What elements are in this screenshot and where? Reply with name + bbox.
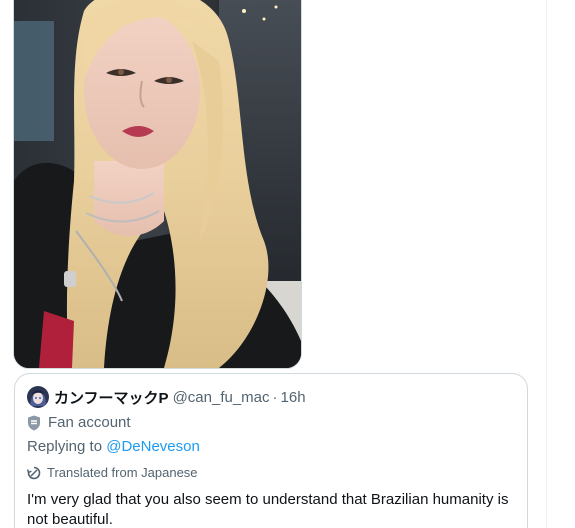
replying-prefix: Replying to	[27, 438, 107, 455]
translated-label: Translated from Japanese	[47, 465, 198, 480]
timestamp[interactable]: 16h	[281, 389, 306, 406]
user-handle[interactable]: @can_fu_mac	[173, 389, 270, 406]
translated-indicator: Translated from Japanese	[27, 465, 198, 480]
tweet-media-photo[interactable]	[13, 0, 302, 369]
shield-icon	[28, 415, 40, 430]
replying-to-link[interactable]: @DeNeveson	[106, 438, 200, 455]
quoted-tweet-card[interactable]: カンフーマックP @can_fu_mac · 16h Fan account R…	[14, 373, 528, 528]
fan-account-label: Fan account	[27, 414, 131, 431]
column-divider	[546, 0, 547, 528]
label-text: Fan account	[48, 414, 131, 431]
quoted-tweet-text: I'm very glad that you also seem to unde…	[27, 491, 509, 528]
display-name[interactable]: カンフーマックP	[54, 387, 169, 408]
separator-dot: ·	[272, 388, 278, 406]
replying-to: Replying to @DeNeveson	[27, 438, 200, 455]
timeline-page: カンフーマックP @can_fu_mac · 16h Fan account R…	[0, 0, 575, 528]
quoted-tweet-header: カンフーマックP @can_fu_mac · 16h	[27, 385, 306, 409]
photo-image	[14, 0, 301, 368]
avatar[interactable]	[27, 386, 49, 408]
translate-icon	[27, 466, 41, 479]
